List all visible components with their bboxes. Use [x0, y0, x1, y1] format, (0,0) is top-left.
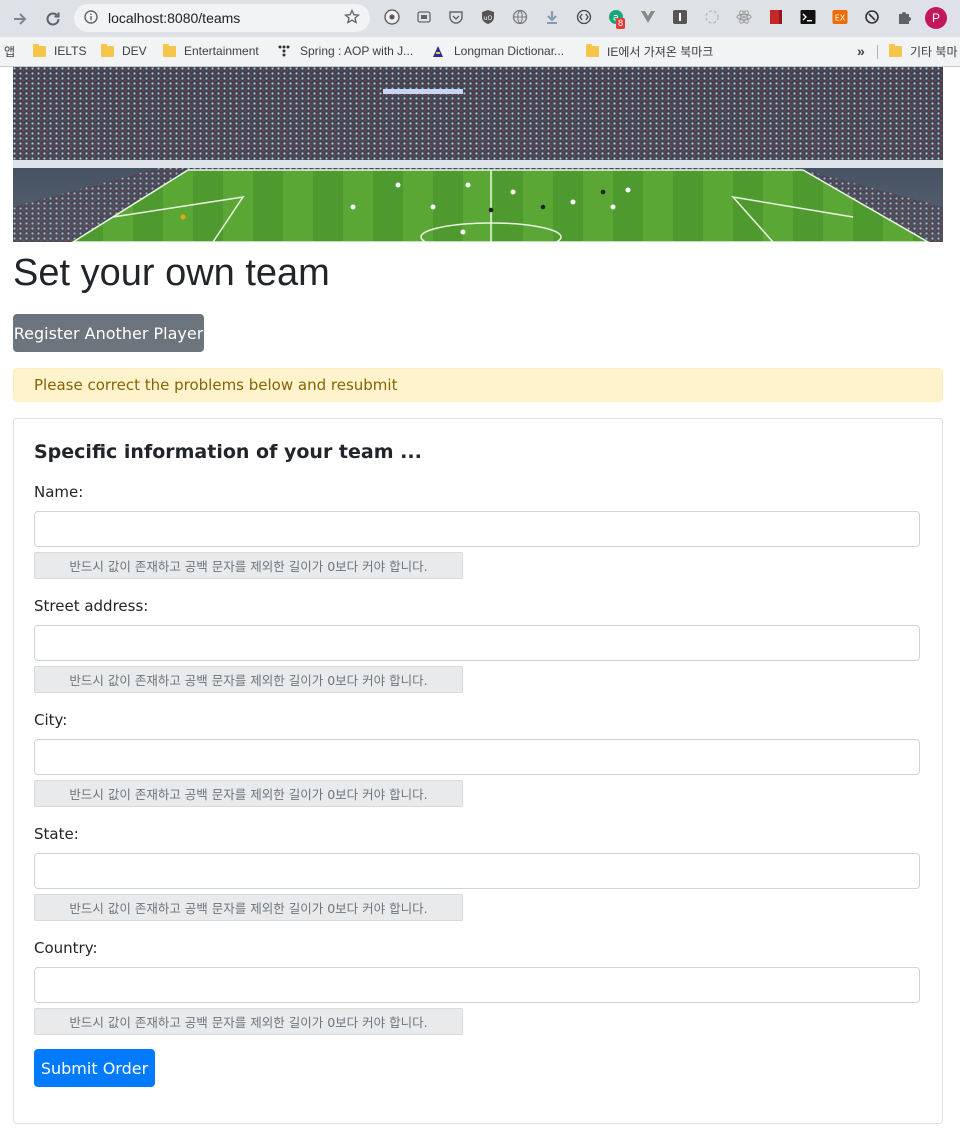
spring-icon: [278, 45, 290, 57]
submit-order-button[interactable]: Submit Order: [34, 1049, 155, 1087]
city-label: City:: [34, 711, 68, 729]
reload-icon: [46, 12, 60, 26]
bookmark-label: IE에서 가져온 북마크: [607, 44, 714, 59]
extension-ublock-icon[interactable]: uO: [480, 9, 496, 25]
bookmark-ielts[interactable]: IELTS: [33, 41, 86, 61]
bookmark-label: Entertainment: [184, 44, 259, 58]
bookmark-star-icon[interactable]: [344, 9, 360, 25]
extension-book-icon[interactable]: [768, 9, 784, 25]
folder-icon: [889, 43, 902, 57]
state-label: State:: [34, 825, 79, 843]
extension-download-icon[interactable]: [544, 9, 560, 25]
section-title: Specific information of your team ...: [34, 441, 422, 463]
address-bar[interactable]: localhost:8080/teams: [74, 4, 370, 32]
folder-icon: [586, 43, 599, 57]
street-address-label: Street address:: [34, 597, 149, 615]
state-input[interactable]: [34, 853, 920, 889]
info-icon: [84, 10, 98, 24]
bookmarks-divider: [877, 45, 878, 59]
longman-icon: [433, 46, 443, 57]
extensions-puzzle-icon[interactable]: [896, 9, 912, 25]
extension-info-i-icon[interactable]: [672, 9, 688, 25]
bookmark-other[interactable]: 기타 북마: [889, 41, 958, 61]
extension-ex-icon[interactable]: EX: [832, 9, 848, 25]
bookmark-dev[interactable]: DEV: [101, 41, 147, 61]
extension-code-icon[interactable]: [576, 9, 592, 25]
profile-avatar[interactable]: P: [925, 7, 947, 29]
browser-toolbar: localhost:8080/teams uO a 8 EX P: [0, 0, 960, 38]
name-input[interactable]: [34, 511, 920, 547]
register-another-player-button[interactable]: Register Another Player: [13, 314, 204, 352]
stadium-banner-image: [13, 67, 943, 242]
bookmark-ie-imported[interactable]: IE에서 가져온 북마크: [586, 41, 713, 61]
svg-text:EX: EX: [835, 14, 846, 23]
forward-button[interactable]: [7, 6, 33, 32]
validation-alert: Please correct the problems below and re…: [13, 368, 943, 402]
folder-icon: [33, 43, 46, 57]
city-input[interactable]: [34, 739, 920, 775]
folder-icon: [101, 43, 114, 57]
bookmark-longman[interactable]: Longman Dictionar...: [431, 41, 564, 61]
page-title: Set your own team: [13, 252, 330, 294]
bookmark-apps[interactable]: 앱: [4, 41, 15, 61]
extension-soccer-icon[interactable]: [384, 9, 400, 25]
extension-count-badge: 8: [616, 18, 626, 29]
folder-icon: [163, 43, 176, 57]
name-label: Name:: [34, 483, 84, 501]
street-address-input[interactable]: [34, 625, 920, 661]
state-error-message: 반드시 값이 존재하고 공백 문자를 제외한 길이가 0보다 커야 합니다.: [34, 894, 463, 921]
extension-window-icon[interactable]: [416, 9, 432, 25]
bookmark-spring-aop[interactable]: Spring : AOP with J...: [277, 41, 413, 61]
apps-label: 앱: [4, 44, 16, 59]
street-address-error-message: 반드시 값이 존재하고 공백 문자를 제외한 길이가 0보다 커야 합니다.: [34, 666, 463, 693]
bookmarks-overflow-button[interactable]: »: [857, 41, 865, 61]
extension-pocket-icon[interactable]: [448, 9, 464, 25]
reload-button[interactable]: [40, 6, 66, 32]
country-label: Country:: [34, 939, 98, 957]
bookmark-label: 기타 북마: [910, 44, 958, 59]
city-error-message: 반드시 값이 존재하고 공백 문자를 제외한 길이가 0보다 커야 합니다.: [34, 780, 463, 807]
arrow-right-icon: [14, 13, 27, 25]
bookmark-label: DEV: [122, 44, 147, 58]
extension-loader-icon[interactable]: [704, 9, 720, 25]
extension-sync-icon[interactable]: [864, 9, 880, 25]
name-error-message: 반드시 값이 존재하고 공백 문자를 제외한 길이가 0보다 커야 합니다.: [34, 552, 463, 579]
bookmark-label: Spring : AOP with J...: [300, 44, 414, 58]
extension-globe-icon[interactable]: [512, 9, 528, 25]
extension-vue-icon[interactable]: [640, 9, 656, 25]
extension-a-badge-icon[interactable]: a 8: [608, 9, 626, 29]
bookmark-label: Longman Dictionar...: [454, 44, 565, 58]
country-error-message: 반드시 값이 존재하고 공백 문자를 제외한 길이가 0보다 커야 합니다.: [34, 1008, 463, 1035]
bookmark-label: IELTS: [54, 44, 87, 58]
alert-message: Please correct the problems below and re…: [34, 376, 398, 394]
bookmarks-bar: 앱 IELTS DEV Entertainment Spring : AOP w…: [0, 37, 960, 67]
extension-react-icon[interactable]: [736, 9, 752, 25]
bookmark-entertainment[interactable]: Entertainment: [163, 41, 259, 61]
extension-terminal-icon[interactable]: [800, 9, 816, 25]
url-text: localhost:8080/teams: [108, 10, 241, 26]
svg-text:uO: uO: [484, 15, 493, 22]
team-form-card: Specific information of your team ... Na…: [13, 418, 943, 1124]
country-input[interactable]: [34, 967, 920, 1003]
